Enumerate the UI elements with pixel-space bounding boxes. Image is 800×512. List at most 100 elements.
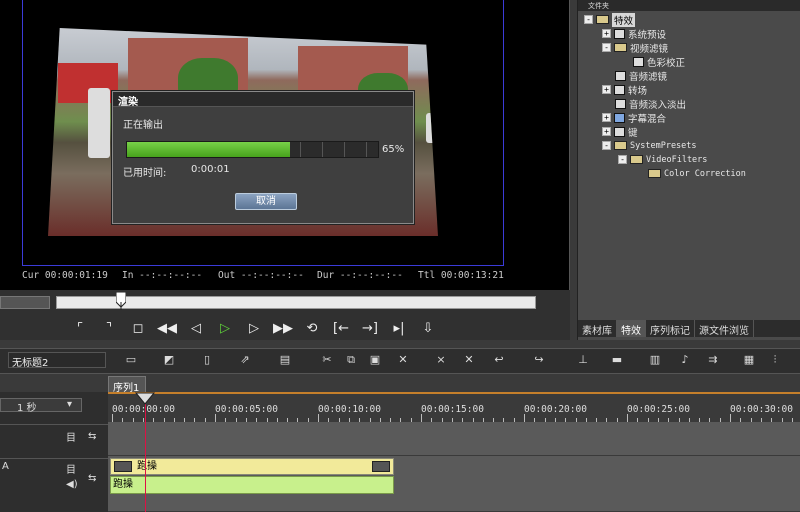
ruler-tick	[524, 414, 525, 422]
loop-icon[interactable]: ⟲	[302, 319, 322, 339]
out-timecode: Out --:--:--:--	[218, 270, 304, 281]
copy-icon[interactable]: ⧉	[342, 352, 360, 368]
ruler-tick	[112, 414, 113, 422]
tree-item-color-correction[interactable]: 色彩校正	[633, 55, 686, 69]
step-back-icon[interactable]: ◁	[186, 319, 206, 339]
cancel-button[interactable]: 取消	[235, 193, 297, 210]
collapse-toggle[interactable]: -	[602, 43, 611, 52]
scrub-bar[interactable]	[56, 296, 536, 309]
tree-item-label: Color Correction	[664, 168, 746, 179]
expand-toggle[interactable]: +	[602, 29, 611, 38]
elapsed-time-label: 已用时间:	[123, 168, 167, 179]
tree-item-videofilters[interactable]: - VideoFilters	[618, 153, 707, 166]
ruler-tick	[318, 414, 319, 422]
step-forward-icon[interactable]: ▷	[244, 319, 264, 339]
expand-toggle[interactable]: +	[602, 113, 611, 122]
expand-toggle[interactable]: +	[602, 127, 611, 136]
tree-item-video-filters[interactable]: - 视频滤镜	[602, 41, 668, 55]
insert-icon[interactable]: ▸|	[389, 319, 409, 339]
sync-icon[interactable]: ⇆	[88, 431, 96, 442]
tab-sequence[interactable]: 序列1	[108, 376, 146, 394]
in-timecode: In --:--:--:--	[122, 270, 203, 281]
fast-forward-icon[interactable]: ▶▶	[273, 319, 293, 339]
video-clip[interactable]: 跑操	[110, 458, 394, 475]
tree-item-system-presets[interactable]: + 系统预设	[602, 27, 667, 41]
paste-icon[interactable]: ▣	[366, 352, 384, 368]
project-name[interactable]: 无标题2	[8, 352, 106, 369]
clip-thumbnail-icon	[372, 461, 390, 472]
playhead-marker[interactable]	[116, 292, 126, 310]
track-header-video: 目 ⇆	[0, 424, 108, 458]
tree-item-audio-filters[interactable]: 音频滤镜	[615, 69, 667, 83]
mark-in-icon[interactable]: ⌜	[70, 319, 90, 339]
tree-item-title-mix[interactable]: + 字幕混合	[602, 111, 667, 125]
folder-icon	[648, 169, 661, 178]
rewind-icon[interactable]: ◀◀	[157, 319, 177, 339]
mixer-icon[interactable]: ⫶	[766, 352, 784, 368]
zoom-selector[interactable]: 1 秒 ▾	[0, 398, 82, 414]
redo-icon[interactable]: ↪	[530, 352, 548, 368]
track-lock-icon[interactable]: 目	[66, 429, 76, 444]
grid-icon[interactable]: ▦	[740, 352, 758, 368]
clip-icon[interactable]: ◩	[160, 352, 178, 368]
mark-out-icon[interactable]: ⌝	[99, 319, 119, 339]
set-out-icon[interactable]: →]	[360, 319, 380, 339]
ripple-icon[interactable]: ✕	[460, 352, 478, 368]
ripple-delete-icon[interactable]: ×	[432, 352, 450, 368]
tree-item-label: 转场	[628, 85, 648, 97]
tree-item-keys[interactable]: + 键	[602, 125, 638, 139]
tab-sequence-markers[interactable]: 序列标记	[646, 320, 695, 337]
tab-asset-bin[interactable]: 素材库	[578, 320, 617, 337]
sync-icon[interactable]: ⇆	[88, 473, 96, 484]
dialog-title: 渲染	[113, 92, 413, 108]
open-icon[interactable]: ⇗	[236, 352, 254, 368]
timeline-cursor-head[interactable]	[135, 392, 155, 406]
collapse-toggle[interactable]: -	[584, 15, 593, 24]
marker-icon[interactable]: ⊥	[574, 352, 592, 368]
tab-effects[interactable]: 特效	[617, 320, 646, 337]
expand-toggle[interactable]: +	[602, 85, 611, 94]
collapse-toggle[interactable]: -	[602, 141, 611, 150]
tree-item-effects[interactable]: - 特效	[584, 12, 636, 27]
snap-icon[interactable]: ▬	[608, 352, 626, 368]
cut-icon[interactable]: ✂	[318, 352, 336, 368]
audio-clip[interactable]: 跑操	[110, 476, 394, 494]
video-track[interactable]	[108, 422, 800, 456]
stop-icon[interactable]: ◻	[128, 319, 148, 339]
set-in-icon[interactable]: [←	[331, 319, 351, 339]
tree-item-transitions[interactable]: + 转场	[602, 83, 648, 97]
tree-item-systempresets[interactable]: - SystemPresets	[602, 139, 697, 152]
fade-icon	[615, 98, 626, 109]
new-sequence-icon[interactable]: ▭	[122, 352, 140, 368]
collapse-toggle[interactable]: -	[618, 155, 627, 164]
output-icon[interactable]: ⇉	[704, 352, 722, 368]
tree-item-label: 音频淡入淡出	[629, 99, 687, 111]
microphone-icon[interactable]: ♪	[676, 352, 694, 368]
timeline-ruler[interactable]: 00:00:00:00 00:00:05:00 00:00:10:00 00:00:1…	[108, 392, 800, 422]
tree-item-label: 系统预设	[628, 29, 667, 41]
track-lock-icon[interactable]: 目	[66, 461, 76, 476]
tab-source-browser[interactable]: 源文件浏览	[695, 320, 754, 337]
shuttle-bar[interactable]	[0, 296, 50, 309]
preset-icon	[614, 28, 625, 39]
tree-item-colorcorrection[interactable]: Color Correction	[648, 167, 746, 180]
tree-item-label: 字幕混合	[628, 113, 667, 125]
overwrite-icon[interactable]: ⇩	[418, 319, 438, 339]
sequence-icon[interactable]: ▥	[646, 352, 664, 368]
ruler-tick-label: 00:00:30:00	[730, 404, 793, 415]
speaker-icon[interactable]: ◀)	[66, 479, 78, 490]
tree-item-label: VideoFilters	[646, 154, 708, 165]
tree-item-audio-fade[interactable]: 音频淡入淡出	[615, 97, 687, 111]
timeline-cursor[interactable]	[145, 404, 146, 512]
render-status-text: 正在输出	[123, 120, 163, 131]
play-icon[interactable]: ▷	[215, 319, 235, 339]
new-file-icon[interactable]: ▯	[198, 352, 216, 368]
filter-icon	[633, 56, 644, 67]
person-image	[88, 88, 110, 158]
tree-item-label: 色彩校正	[647, 57, 686, 69]
folder-icon	[614, 43, 627, 52]
delete-icon[interactable]: ✕	[394, 352, 412, 368]
panel-tab-bar: 素材库 特效 序列标记 源文件浏览	[578, 320, 800, 337]
save-icon[interactable]: ▤	[276, 352, 294, 368]
undo-icon[interactable]: ↩	[490, 352, 508, 368]
